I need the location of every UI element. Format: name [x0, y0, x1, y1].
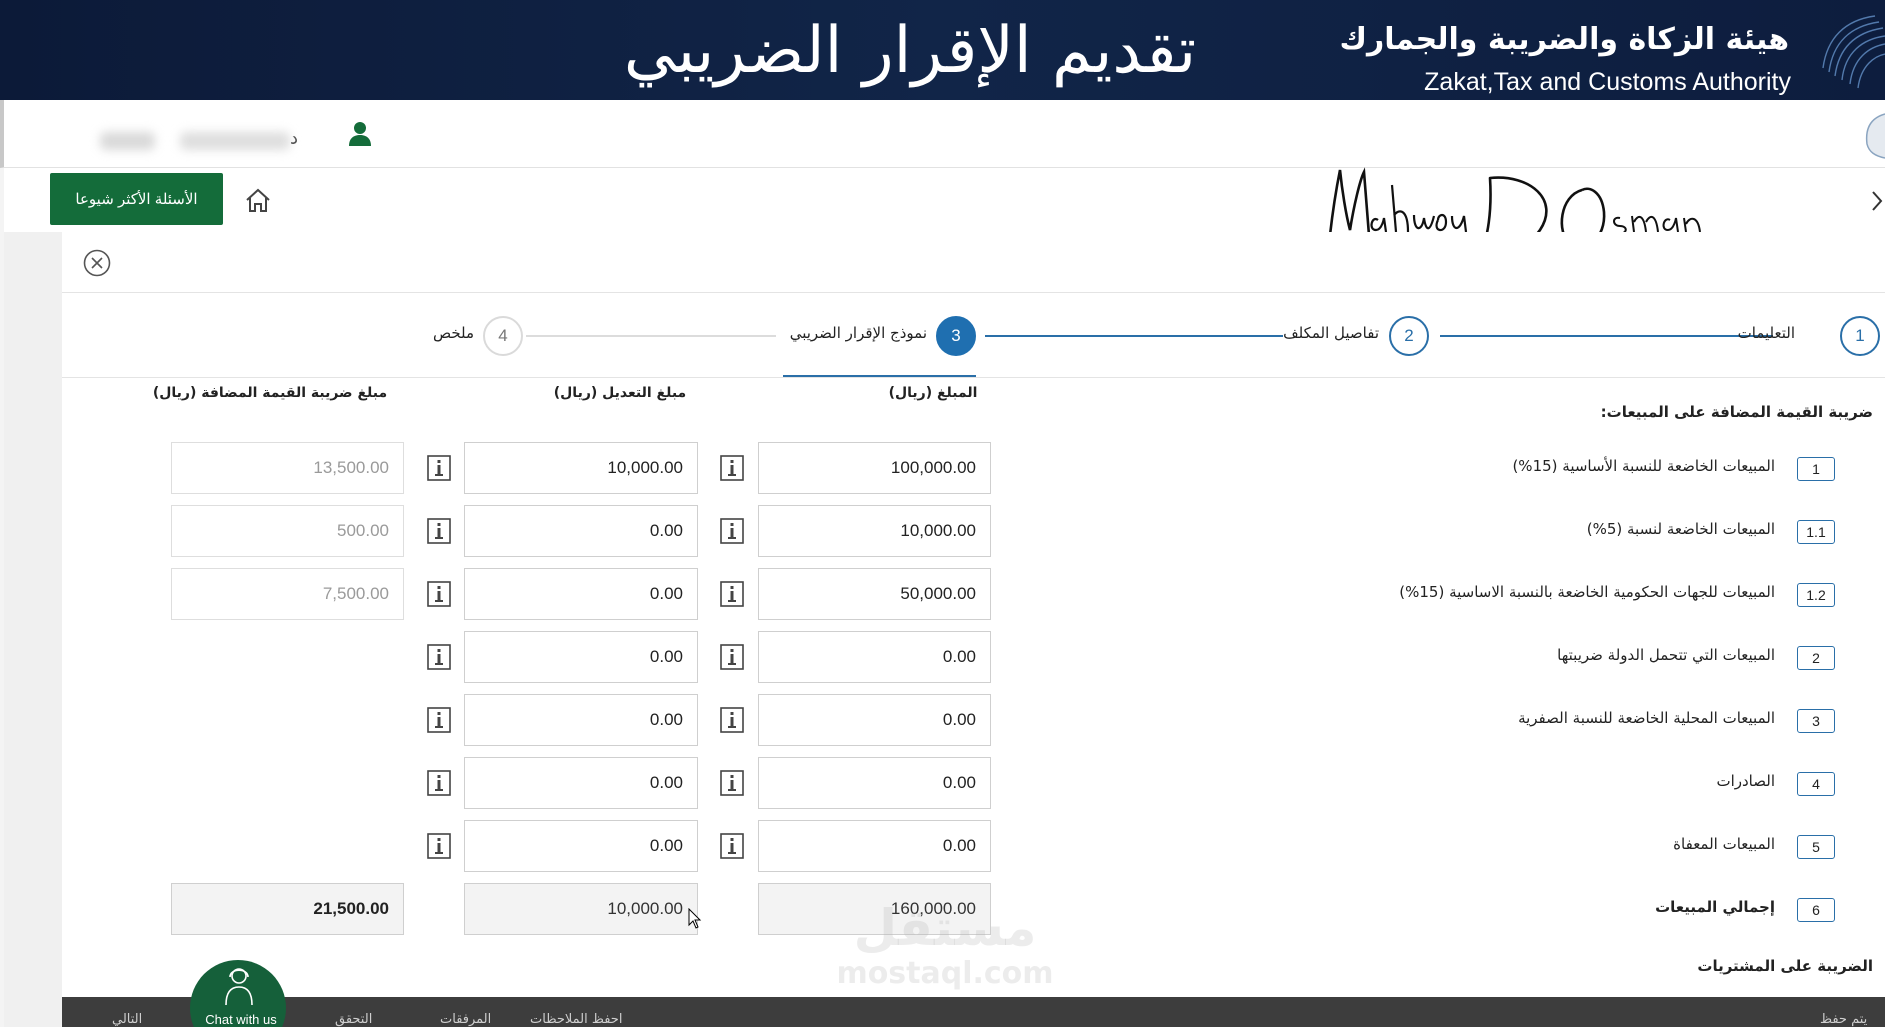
- save-notes-button[interactable]: احفظ الملاحظات: [530, 1012, 622, 1027]
- chat-label[interactable]: Chat with us: [196, 1012, 286, 1027]
- info-icon[interactable]: [720, 770, 744, 796]
- fingerprint-icon: [1865, 113, 1885, 159]
- adjustment-input[interactable]: 10,000.00: [464, 442, 698, 494]
- row-label: المبيعات للجهات الحكومية الخاضعة بالنسبة…: [1399, 583, 1775, 601]
- row-number-total: 6: [1797, 898, 1835, 922]
- support-agent-icon: [225, 968, 253, 1005]
- row-number: 1.2: [1797, 583, 1835, 607]
- total-adjustment-field: 10,000.00: [464, 883, 698, 935]
- validate-button[interactable]: التحقق: [335, 1012, 372, 1027]
- user-separator: د: [290, 128, 299, 149]
- info-icon[interactable]: [427, 518, 451, 544]
- watermark-line-1: مستقل: [853, 899, 1037, 957]
- home-icon[interactable]: [244, 186, 272, 214]
- step-3-circle[interactable]: 3: [936, 316, 976, 356]
- info-icon[interactable]: [427, 833, 451, 859]
- close-icon[interactable]: [82, 248, 112, 278]
- stepper-connector-1: [1440, 335, 1773, 337]
- adjustment-input[interactable]: 0.00: [464, 505, 698, 557]
- info-icon[interactable]: [720, 455, 744, 481]
- row-label: المبيعات المحلية الخاضعة للنسبة الصفرية: [1518, 709, 1775, 727]
- row-number: 2: [1797, 646, 1835, 670]
- adjustment-input[interactable]: 0.00: [464, 631, 698, 683]
- row-label: المبيعات المعفاة: [1673, 835, 1775, 853]
- info-icon[interactable]: [720, 581, 744, 607]
- authority-name-en: Zakat,Tax and Customs Authority: [1424, 68, 1791, 96]
- step-4-circle[interactable]: 4: [483, 316, 523, 356]
- zatca-logo-icon: [1822, 15, 1885, 89]
- save-status-text: يتم حفظ: [1820, 1012, 1868, 1027]
- left-gutter: [4, 232, 62, 1027]
- adjustment-input[interactable]: 0.00: [464, 757, 698, 809]
- user-icon[interactable]: [346, 120, 374, 148]
- vat-amount-field: 500.00: [171, 505, 404, 557]
- column-header-adjustment: مبلغ التعديل (ريال): [553, 385, 687, 401]
- next-button[interactable]: التالي: [112, 1012, 142, 1027]
- step-1-circle[interactable]: 1: [1840, 316, 1880, 356]
- step-4-label[interactable]: ملخص: [433, 324, 474, 342]
- row-label: المبيعات الخاضعة لنسبة (5%): [1586, 520, 1775, 538]
- faq-button[interactable]: الأسئلة الأكثر شيوعا: [50, 173, 223, 225]
- info-icon[interactable]: [427, 455, 451, 481]
- section-title-purchases: الضريبة على المشتريات: [1697, 957, 1873, 975]
- vat-amount-field: 7,500.00: [171, 568, 404, 620]
- info-icon[interactable]: [720, 833, 744, 859]
- section-title-sales: ضريبة القيمة المضافة على المبيعات:: [1600, 403, 1873, 421]
- step-2-circle[interactable]: 2: [1389, 316, 1429, 356]
- amount-input[interactable]: 50,000.00: [758, 568, 991, 620]
- row-label: الصادرات: [1716, 772, 1775, 790]
- row-number: 4: [1797, 772, 1835, 796]
- amount-input[interactable]: 0.00: [758, 757, 991, 809]
- step-1-label[interactable]: التعليمات: [1738, 324, 1795, 342]
- row-number: 3: [1797, 709, 1835, 733]
- amount-input[interactable]: 0.00: [758, 820, 991, 872]
- row-label: المبيعات الخاضعة للنسبة الأساسية (15%): [1512, 457, 1775, 475]
- amount-input[interactable]: 100,000.00: [758, 442, 991, 494]
- column-header-amount: المبلغ (ريال): [888, 385, 978, 401]
- step-3-label[interactable]: نموذج الإقرار الضريبي: [790, 324, 927, 342]
- stepper-divider: [62, 377, 1885, 378]
- adjustment-input[interactable]: 0.00: [464, 694, 698, 746]
- chevron-right-icon[interactable]: [1869, 186, 1885, 216]
- amount-input[interactable]: 10,000.00: [758, 505, 991, 557]
- info-icon[interactable]: [427, 707, 451, 733]
- watermark: مستقل mostaql.com: [825, 899, 1065, 1005]
- info-icon[interactable]: [720, 644, 744, 670]
- tax-return-page: تقديم الإقرار الضريبي هيئة الزكاة والضري…: [0, 0, 1885, 1027]
- info-icon[interactable]: [427, 644, 451, 670]
- info-icon[interactable]: [427, 770, 451, 796]
- total-sales-label: إجمالي المبيعات: [1655, 898, 1775, 916]
- row-number: 1: [1797, 457, 1835, 481]
- info-icon[interactable]: [720, 707, 744, 733]
- vat-amount-field: 13,500.00: [171, 442, 404, 494]
- watermark-line-2: mostaql.com: [836, 956, 1054, 991]
- stepper-connector-3: [526, 335, 776, 337]
- info-icon[interactable]: [427, 581, 451, 607]
- attachments-button[interactable]: المرفقات: [440, 1012, 491, 1027]
- info-icon[interactable]: [720, 518, 744, 544]
- adjustment-input[interactable]: 0.00: [464, 568, 698, 620]
- user-id-redacted: [180, 132, 290, 150]
- stepper-connector-2: [985, 335, 1283, 337]
- total-vat-field: 21,500.00: [171, 883, 404, 935]
- authority-name-ar: هيئة الزكاة والضريبة والجمارك: [1339, 22, 1789, 57]
- amount-input[interactable]: 0.00: [758, 631, 991, 683]
- row-number: 1.1: [1797, 520, 1835, 544]
- column-header-vat: مبلغ ضريبة القيمة المضافة (ريال): [152, 385, 388, 401]
- row-number: 5: [1797, 835, 1835, 859]
- panel-divider: [62, 292, 1885, 293]
- row-label: المبيعات التي تتحمل الدولة ضريبتها: [1557, 646, 1775, 664]
- amount-input[interactable]: 0.00: [758, 694, 991, 746]
- user-name-redacted: [100, 132, 155, 150]
- adjustment-input[interactable]: 0.00: [464, 820, 698, 872]
- step-2-label[interactable]: تفاصيل المكلف: [1283, 324, 1379, 342]
- page-title: تقديم الإقرار الضريبي: [623, 14, 1197, 88]
- mouse-cursor-icon: [688, 908, 702, 929]
